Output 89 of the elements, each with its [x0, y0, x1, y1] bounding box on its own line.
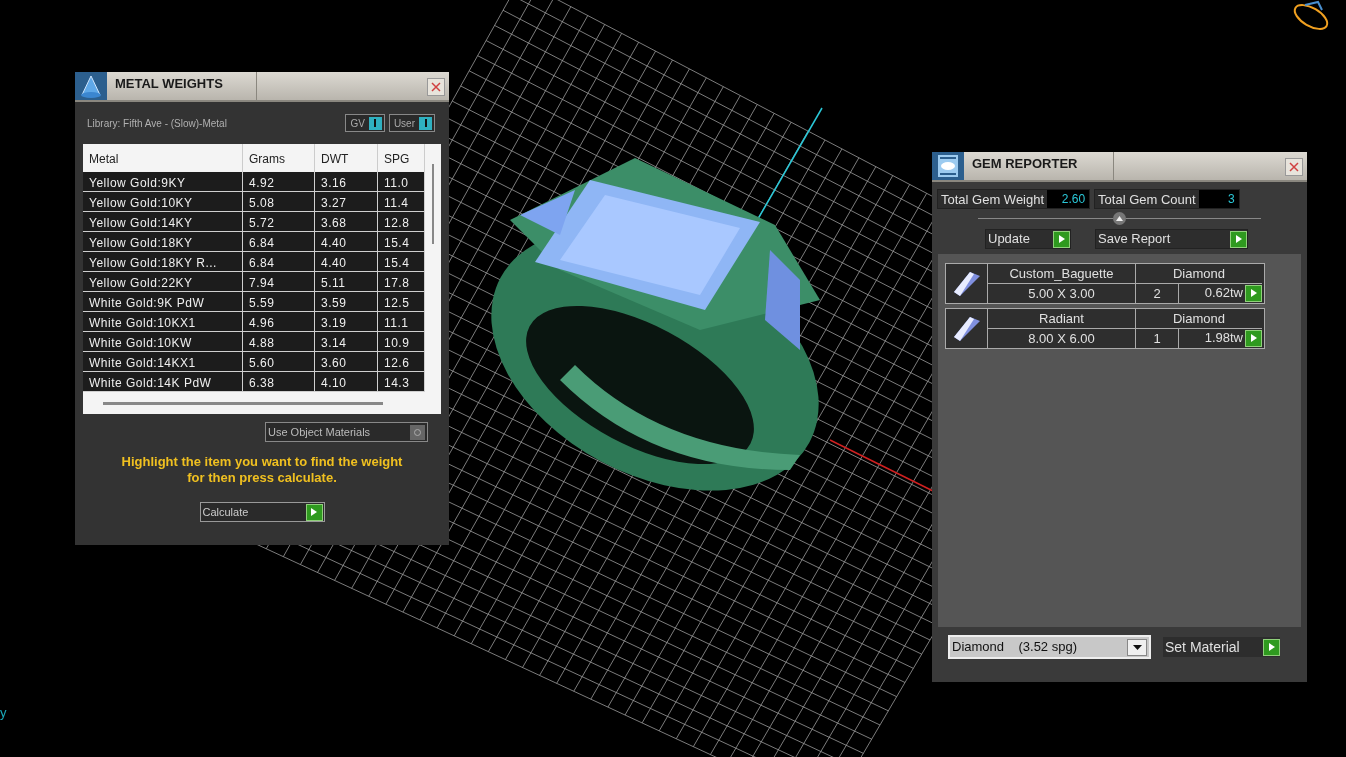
toggle-switch[interactable]: GV — [345, 114, 385, 132]
table-cell: 4.40 — [315, 252, 378, 271]
gem-size: 5.00 X 3.00 — [988, 283, 1136, 303]
close-icon — [431, 82, 441, 92]
action-button[interactable]: Update — [985, 229, 1071, 249]
action-button[interactable]: Save Report — [1095, 229, 1248, 249]
play-icon — [305, 503, 323, 521]
table-cell: 14.3 — [378, 372, 425, 391]
gem-count: 1 — [1136, 328, 1179, 348]
toggle-switch[interactable]: User — [388, 114, 435, 132]
total-label: Total Gem Weight — [938, 190, 1048, 208]
table-cell: 12.8 — [378, 212, 425, 231]
library-label: Library: Fifth Ave - (Slow)-Metal — [87, 116, 227, 131]
table-cell: White Gold:10KW — [83, 332, 243, 351]
gem-row[interactable]: Radiant Diamond 8.00 X 6.00 1 1.98tw — [945, 308, 1265, 349]
scrollbar-thumb[interactable] — [432, 164, 434, 244]
play-icon — [1230, 230, 1247, 248]
table-cell: 4.40 — [315, 232, 378, 251]
gem-material: Diamond — [1136, 309, 1262, 329]
axis-label: y — [0, 704, 7, 722]
window-title: GEM REPORTER — [964, 152, 1114, 180]
table-cell: Yellow Gold:18KY R... — [83, 252, 243, 271]
table-cell: 10.9 — [378, 332, 425, 351]
table-cell: 4.92 — [243, 172, 315, 191]
gem-count: 2 — [1136, 283, 1179, 303]
table-cell: 11.1 — [378, 312, 425, 331]
table-cell: Yellow Gold:14KY — [83, 212, 243, 231]
table-cell: 3.60 — [315, 352, 378, 371]
table-cell: 6.38 — [243, 372, 315, 391]
calculate-button[interactable]: Calculate — [199, 502, 325, 522]
table-cell: 5.72 — [243, 212, 315, 231]
play-icon — [1245, 329, 1262, 347]
table-cell: 15.4 — [378, 232, 425, 251]
table-cell: White Gold:9K PdW — [83, 292, 243, 311]
gem-icon — [951, 314, 982, 343]
gem-row[interactable]: Custom_Baguette Diamond 5.00 X 3.00 2 0.62tw — [945, 263, 1265, 304]
table-cell: 5.08 — [243, 192, 315, 211]
table-cell: 5.11 — [315, 272, 378, 291]
table-cell: 4.10 — [315, 372, 378, 391]
table-cell: 6.84 — [243, 232, 315, 251]
gem-report-icon — [936, 153, 960, 179]
material-dropdown[interactable]: Diamond (3.52 spg) — [948, 635, 1151, 659]
table-cell: 3.14 — [315, 332, 378, 351]
close-icon — [1289, 162, 1299, 172]
table-cell: White Gold:10KX1 — [83, 312, 243, 331]
table-cell: 3.27 — [315, 192, 378, 211]
table-cell: 3.68 — [315, 212, 378, 231]
table-cell: 11.0 — [378, 172, 425, 191]
gem-weight: 0.62tw — [1204, 284, 1243, 303]
collapse-handle-icon[interactable] — [1113, 212, 1126, 225]
table-cell: 15.4 — [378, 252, 425, 271]
gem-icon — [951, 269, 982, 298]
table-cell: Yellow Gold:18KY — [83, 232, 243, 251]
hint-text: Highlight the item you want to find the weight for then press calculate. — [120, 454, 404, 486]
gem-size: 8.00 X 6.00 — [988, 328, 1136, 348]
table-cell: 17.8 — [378, 272, 425, 291]
dropdown-caret-icon — [1127, 638, 1147, 656]
play-icon — [1245, 284, 1262, 302]
table-cell: White Gold:14K PdW — [83, 372, 243, 391]
table-cell: 5.60 — [243, 352, 315, 371]
play-icon — [1263, 638, 1280, 656]
table-cell: 4.88 — [243, 332, 315, 351]
play-icon — [1053, 230, 1070, 248]
table-cell: 6.84 — [243, 252, 315, 271]
table-cell: 11.4 — [378, 192, 425, 211]
table-cell: 3.19 — [315, 312, 378, 331]
ring-icon — [1293, 0, 1329, 30]
close-button[interactable] — [427, 78, 445, 96]
table-cell: 12.5 — [378, 292, 425, 311]
table-cell: 12.6 — [378, 352, 425, 371]
gem-material: Diamond — [1136, 264, 1262, 284]
total-value: 3 — [1198, 190, 1239, 208]
table-cell: Yellow Gold:9KY — [83, 172, 243, 191]
close-button[interactable] — [1285, 158, 1303, 176]
total-value: 2.60 — [1047, 190, 1090, 208]
table-cell: 3.16 — [315, 172, 378, 191]
total-label: Total Gem Count — [1095, 190, 1199, 208]
table-cell: Yellow Gold:22KY — [83, 272, 243, 291]
set-material-button[interactable]: Set Material — [1163, 637, 1280, 657]
scrollbar-thumb[interactable] — [103, 401, 383, 405]
table-cell: 4.96 — [243, 312, 315, 331]
table-cell: White Gold:14KX1 — [83, 352, 243, 371]
window-title: METAL WEIGHTS — [107, 72, 257, 100]
table-cell: Yellow Gold:10KY — [83, 192, 243, 211]
table-cell: 5.59 — [243, 292, 315, 311]
use-object-materials-toggle[interactable]: Use Object Materials — [265, 422, 428, 442]
table-cell: 3.59 — [315, 292, 378, 311]
gem-weight: 1.98tw — [1204, 329, 1243, 348]
table-cell: 7.94 — [243, 272, 315, 291]
